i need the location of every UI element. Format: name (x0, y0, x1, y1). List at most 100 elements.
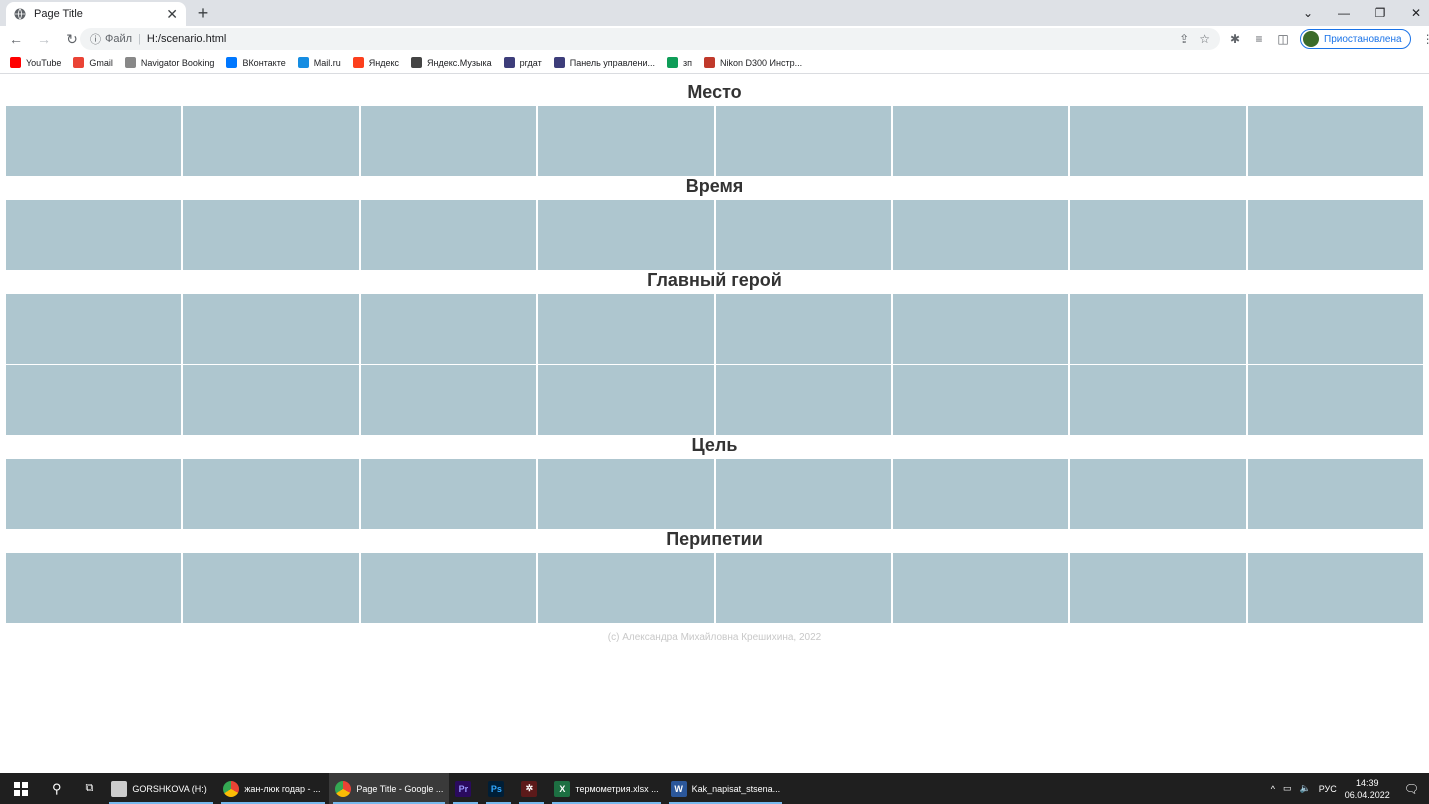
grid-cell[interactable] (1247, 553, 1423, 623)
chevron-up-icon[interactable]: ^ (1271, 784, 1275, 794)
browser-tab[interactable]: Page Title ✕ (6, 2, 186, 26)
task-view-button[interactable]: ⧉ (74, 773, 106, 804)
grid-cell[interactable] (892, 106, 1069, 176)
tab-search-icon[interactable]: ⌄ (1290, 0, 1326, 26)
bookmark-item[interactable]: Яндекс (352, 57, 400, 68)
grid-cell[interactable] (6, 365, 182, 435)
grid-cell[interactable] (183, 365, 359, 435)
taskbar-app[interactable]: Ps (482, 773, 515, 804)
grid-cell[interactable] (6, 294, 182, 364)
clock-time: 14:39 (1355, 777, 1379, 788)
new-tab-button[interactable]: + (193, 3, 213, 23)
grid-cell[interactable] (1070, 106, 1246, 176)
grid-cell[interactable] (183, 553, 359, 623)
network-icon[interactable]: ▭ (1283, 783, 1292, 794)
grid-cell[interactable] (1070, 553, 1246, 623)
grid-cell[interactable] (715, 106, 891, 176)
bookmark-item[interactable]: YouTube (10, 57, 61, 68)
menu-icon[interactable]: ⋮ (1421, 32, 1429, 46)
grid-cell[interactable] (538, 365, 714, 435)
grid-cell[interactable] (183, 200, 359, 270)
bookmark-label: Яндекс (368, 57, 400, 68)
bookmark-favicon-icon (226, 57, 238, 68)
taskbar-app[interactable]: Xтермометрия.xlsx ... (548, 773, 664, 804)
back-button[interactable]: ← (4, 27, 28, 51)
taskbar-app[interactable]: жан-люк годар - ... (217, 773, 329, 804)
bookmark-item[interactable]: ргдат (503, 57, 542, 68)
profile-button[interactable]: Приостановлена (1300, 29, 1411, 49)
grid-cell[interactable] (715, 200, 891, 270)
grid-cell[interactable] (1070, 200, 1246, 270)
url-text[interactable]: H:/scenario.html (147, 33, 226, 45)
minimize-button[interactable]: — (1326, 0, 1362, 26)
grid-cell[interactable] (360, 553, 537, 623)
grid-cell[interactable] (892, 365, 1069, 435)
grid-cell[interactable] (1247, 365, 1423, 435)
grid-cell[interactable] (6, 200, 182, 270)
bookmark-item[interactable]: зп (667, 57, 692, 68)
grid-cell[interactable] (715, 459, 891, 529)
grid-cell[interactable] (360, 365, 537, 435)
grid-cell[interactable] (538, 459, 714, 529)
grid-cell[interactable] (1247, 294, 1423, 364)
grid-cell[interactable] (360, 294, 537, 364)
bookmark-item[interactable]: Панель управлени... (553, 57, 655, 68)
share-icon[interactable]: ⇪ (1179, 32, 1189, 46)
bookmark-item[interactable]: ВКонтакте (226, 57, 286, 68)
grid-cell[interactable] (360, 106, 537, 176)
grid-cell[interactable] (360, 459, 537, 529)
grid-row (6, 365, 1423, 435)
grid-cell[interactable] (6, 553, 182, 623)
grid-cell[interactable] (538, 553, 714, 623)
grid-cell[interactable] (6, 106, 182, 176)
bookmark-item[interactable]: Nikon D300 Инстр... (704, 57, 802, 68)
reading-list-icon[interactable]: ≡ (1252, 32, 1266, 46)
grid-cell[interactable] (1247, 106, 1423, 176)
grid-cell[interactable] (1070, 365, 1246, 435)
language-indicator[interactable]: РУС (1319, 784, 1337, 794)
grid-cell[interactable] (183, 106, 359, 176)
close-window-button[interactable]: ✕ (1398, 0, 1429, 26)
close-tab-icon[interactable]: ✕ (166, 6, 178, 23)
grid-cell[interactable] (892, 200, 1069, 270)
grid-cell[interactable] (892, 553, 1069, 623)
search-button[interactable]: ⚲ (40, 773, 74, 804)
grid-cell[interactable] (183, 294, 359, 364)
grid-cell[interactable] (1070, 294, 1246, 364)
grid-cell[interactable] (892, 294, 1069, 364)
side-panel-icon[interactable]: ◫ (1276, 32, 1290, 46)
taskbar-app[interactable]: ✲ (515, 773, 548, 804)
clock[interactable]: 14:39 06.04.2022 (1345, 777, 1390, 801)
restore-button[interactable]: ❐ (1362, 0, 1398, 26)
grid-cell[interactable] (892, 459, 1069, 529)
info-icon[interactable]: ⓘ (90, 31, 101, 47)
grid-cell[interactable] (538, 294, 714, 364)
grid-cell[interactable] (715, 365, 891, 435)
grid-cell[interactable] (183, 459, 359, 529)
start-button[interactable] (0, 773, 40, 804)
grid-cell[interactable] (538, 200, 714, 270)
bookmark-item[interactable]: Gmail (73, 57, 113, 68)
grid-cell[interactable] (1247, 200, 1423, 270)
bookmark-star-icon[interactable]: ☆ (1199, 32, 1210, 46)
grid-cell[interactable] (1247, 459, 1423, 529)
address-bar[interactable]: ⓘ Файл | H:/scenario.html ⇪ ☆ (80, 28, 1220, 50)
grid-cell[interactable] (538, 106, 714, 176)
taskbar-app[interactable]: Page Title - Google ... (329, 773, 450, 804)
grid-cell[interactable] (6, 459, 182, 529)
grid-cell[interactable] (715, 553, 891, 623)
notifications-icon[interactable]: 🗨 (1404, 782, 1419, 796)
bookmark-item[interactable]: Mail.ru (297, 57, 341, 68)
forward-button[interactable]: → (32, 27, 56, 51)
volume-icon[interactable]: 🔈 (1299, 783, 1310, 794)
grid-cell[interactable] (1070, 459, 1246, 529)
taskbar-app[interactable]: W Kak_napisat_stsena... (665, 773, 787, 804)
taskbar-app[interactable]: Pr (449, 773, 482, 804)
grid-cell[interactable] (360, 200, 537, 270)
bookmark-item[interactable]: Navigator Booking (124, 57, 214, 68)
taskbar-app[interactable]: GORSHKOVA (H:) (105, 773, 217, 804)
grid-cell[interactable] (715, 294, 891, 364)
extensions-icon[interactable]: ✱ (1228, 32, 1242, 46)
tab-title: Page Title (34, 8, 83, 20)
bookmark-item[interactable]: Яндекс.Музыка (411, 57, 492, 68)
